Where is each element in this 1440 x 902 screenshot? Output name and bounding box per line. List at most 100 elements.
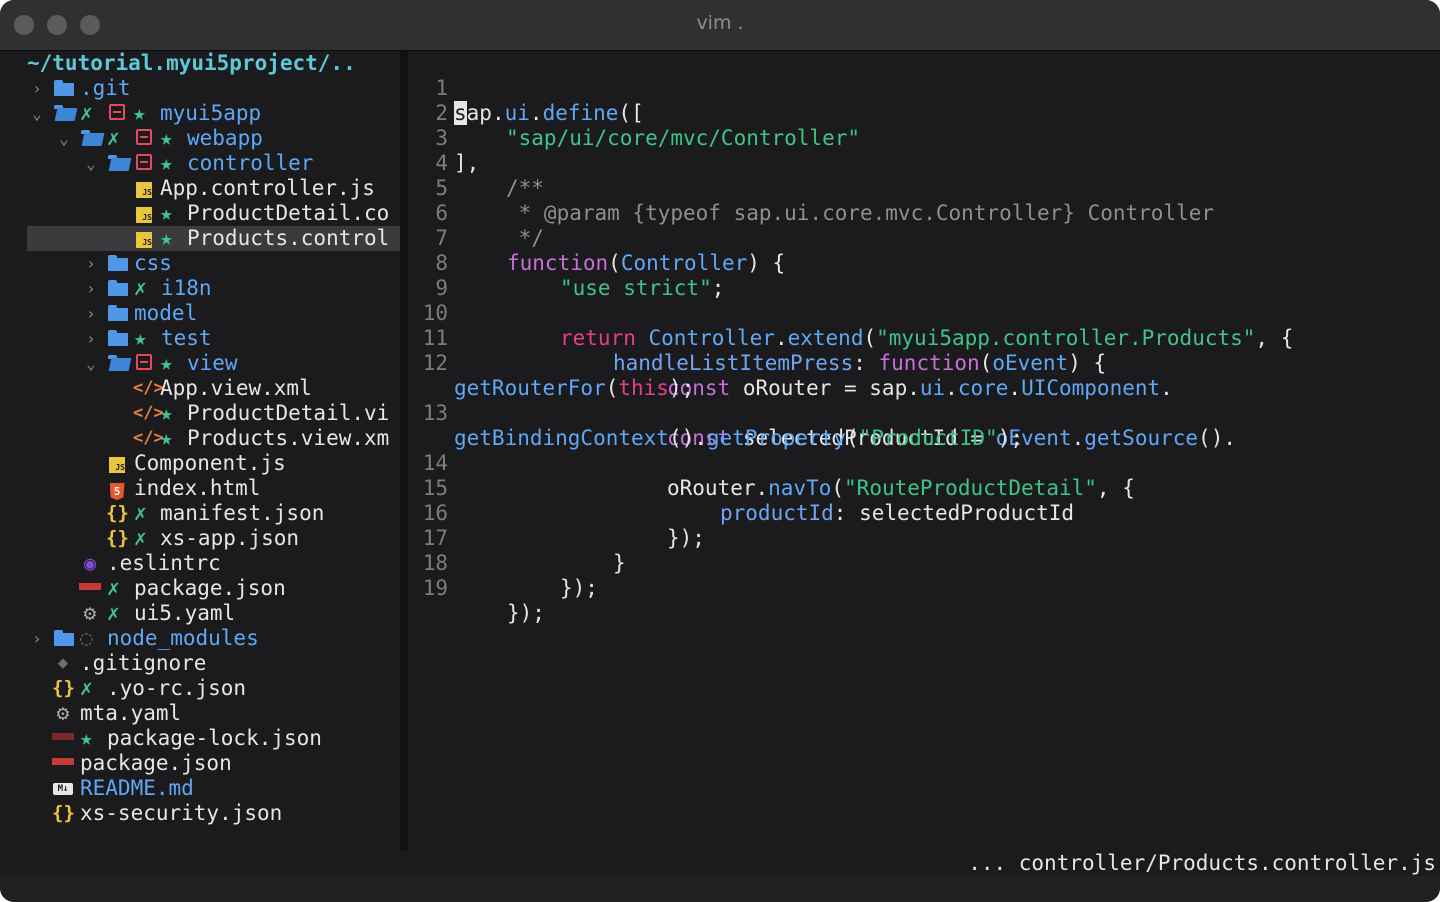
git-added-icon: ★ bbox=[134, 326, 147, 350]
tree-item-label: Products.view.xm bbox=[187, 426, 390, 450]
code-line[interactable]: 1 sap.ui.define([ bbox=[408, 51, 1440, 125]
code-line[interactable]: 3 ], bbox=[408, 101, 1440, 175]
tree-item-index-html[interactable]: 5 index.html bbox=[0, 476, 400, 501]
tree-item-productdetail-controller-js[interactable]: JS ★ ProductDetail.co bbox=[0, 201, 400, 226]
chevron-right-icon[interactable]: › bbox=[29, 76, 45, 101]
code-line[interactable]: 8 "use strict"; bbox=[408, 226, 1440, 300]
chevron-right-icon[interactable]: › bbox=[83, 326, 99, 351]
npm-icon bbox=[52, 751, 74, 776]
folder-open-icon bbox=[53, 101, 75, 126]
chevron-down-icon[interactable]: ⌄ bbox=[83, 351, 99, 376]
code-line[interactable]: 15 productId: selectedProductId bbox=[408, 451, 1440, 525]
tree-item-xs-app-json[interactable]: {} ✗ xs-app.json bbox=[0, 526, 400, 551]
tree-item-i18n-folder[interactable]: › ✗ i18n bbox=[0, 276, 400, 301]
tree-item-app-controller-js[interactable]: JS App.controller.js bbox=[0, 176, 400, 201]
code-line[interactable]: 4 /** bbox=[408, 126, 1440, 200]
tree-item-label: .gitignore bbox=[80, 651, 207, 675]
git-untracked-icon: ✗ bbox=[80, 101, 93, 125]
git-icon: ◆ bbox=[57, 653, 69, 673]
code-line[interactable]: 17 } bbox=[408, 501, 1440, 575]
tree-item-git-folder[interactable]: › .git bbox=[0, 76, 400, 101]
tree-item-root-package-json[interactable]: package.json bbox=[0, 751, 400, 776]
code-text[interactable]: }); bbox=[560, 576, 598, 601]
code-text[interactable]: }); bbox=[507, 601, 545, 626]
git-added-icon: ★ bbox=[160, 226, 173, 250]
code-line[interactable]: 18 }); bbox=[408, 526, 1440, 600]
code-line[interactable]: 9 bbox=[408, 251, 1440, 300]
npm-icon bbox=[52, 726, 74, 751]
tree-item-label: Component.js bbox=[134, 451, 286, 475]
code-line[interactable]: 14 oRouter.navTo("RouteProductDetail", { bbox=[408, 426, 1440, 500]
tree-item-yo-rc-json[interactable]: {} ✗ .yo-rc.json bbox=[0, 676, 400, 701]
tree-item-manifest-json[interactable]: {} ✗ manifest.json bbox=[0, 501, 400, 526]
git-added-icon: ★ bbox=[160, 351, 173, 375]
code-line[interactable]: 19 }); bbox=[408, 551, 1440, 625]
code-editor[interactable]: 1 sap.ui.define([ 2 "sap/ui/core/mvc/Con… bbox=[408, 51, 1440, 851]
tree-item-eslintrc[interactable]: ◉ .eslintrc bbox=[0, 551, 400, 576]
tree-item-view-folder[interactable]: ⌄ ★ view bbox=[0, 351, 400, 376]
tree-item-label: model bbox=[134, 301, 198, 325]
chevron-down-icon[interactable]: ⌄ bbox=[29, 101, 45, 126]
tree-item-css-folder[interactable]: › css bbox=[0, 251, 400, 276]
gear-icon: ⚙ bbox=[56, 701, 70, 725]
code-line[interactable]: 7 function(Controller) { bbox=[408, 201, 1440, 275]
code-line[interactable]: 16 }); bbox=[408, 476, 1440, 550]
tree-item-label: myui5app bbox=[160, 101, 262, 125]
code-line[interactable]: 10 return Controller.extend("myui5app.co… bbox=[408, 276, 1440, 350]
tree-item-mta-yaml[interactable]: ⚙ mta.yaml bbox=[0, 701, 400, 726]
tree-item-products-view-xml[interactable]: </> ★ Products.view.xm bbox=[0, 426, 400, 451]
code-line[interactable]: 11 handleListItemPress: function(oEvent)… bbox=[408, 301, 1440, 375]
js-file-icon: JS bbox=[106, 451, 128, 476]
tree-item-package-lock-json[interactable]: ★ package-lock.json bbox=[0, 726, 400, 751]
tree-root-path[interactable]: ~/tutorial.myui5project/.. bbox=[27, 51, 400, 76]
tree-item-test-folder[interactable]: › ★ test bbox=[0, 326, 400, 351]
html-file-icon: 5 bbox=[106, 476, 128, 501]
tree-item-model-folder[interactable]: › model bbox=[0, 301, 400, 326]
folder-open-icon bbox=[107, 151, 129, 176]
tree-item-component-js[interactable]: JS Component.js bbox=[0, 451, 400, 476]
tree-item-app-view-xml[interactable]: </> App.view.xml bbox=[0, 376, 400, 401]
code-line-wrap[interactable]: getRouterFor(this); bbox=[408, 351, 1440, 400]
file-tree-panel[interactable]: ~/tutorial.myui5project/.. › .git ⌄ ✗ ★ … bbox=[0, 51, 400, 851]
folder-icon bbox=[107, 251, 129, 276]
tree-item-package-json[interactable]: ✗ package.json bbox=[0, 576, 400, 601]
git-added-icon: ★ bbox=[160, 201, 173, 225]
code-line[interactable]: 5 * @param {typeof sap.ui.core.mvc.Contr… bbox=[408, 151, 1440, 225]
folder-open-icon bbox=[80, 126, 102, 151]
tree-item-label: webapp bbox=[187, 126, 263, 150]
line-number: 19 bbox=[422, 576, 448, 600]
chevron-right-icon[interactable]: › bbox=[83, 251, 99, 276]
tree-item-products-controller-js-selected[interactable]: JS ★ Products.control bbox=[27, 226, 400, 251]
tree-item-readme-md[interactable]: M↓ README.md bbox=[0, 776, 400, 801]
code-line[interactable]: 2 "sap/ui/core/mvc/Controller" bbox=[408, 76, 1440, 150]
tree-item-controller-folder[interactable]: ⌄ ★ controller bbox=[0, 151, 400, 176]
code-line[interactable]: 12 const oRouter = sap.ui.core.UICompone… bbox=[408, 326, 1440, 400]
command-line[interactable] bbox=[0, 876, 1440, 902]
tree-item-ui5-yaml[interactable]: ⚙ ✗ ui5.yaml bbox=[0, 601, 400, 626]
chevron-down-icon[interactable]: ⌄ bbox=[56, 126, 72, 151]
git-added-icon: ★ bbox=[160, 426, 173, 450]
chevron-right-icon[interactable]: › bbox=[83, 301, 99, 326]
code-line-wrap[interactable]: getBindingContext().getProperty("Product… bbox=[408, 401, 1440, 450]
tree-item-gitignore[interactable]: ◆ .gitignore bbox=[0, 651, 400, 676]
markdown-icon: M↓ bbox=[52, 776, 74, 801]
js-file-icon: JS bbox=[133, 176, 155, 201]
tree-item-myui5app-folder[interactable]: ⌄ ✗ ★ myui5app bbox=[0, 101, 400, 126]
npm-icon bbox=[79, 576, 101, 601]
js-file-icon: JS bbox=[133, 226, 155, 251]
code-line[interactable]: 6 */ bbox=[408, 176, 1440, 250]
tree-item-node-modules-folder[interactable]: › ◌ node_modules bbox=[0, 626, 400, 651]
git-untracked-icon: ✗ bbox=[80, 676, 93, 700]
tree-item-label: package.json bbox=[134, 576, 286, 600]
tree-item-productdetail-view-xml[interactable]: </> ★ ProductDetail.vi bbox=[0, 401, 400, 426]
chevron-right-icon[interactable]: › bbox=[83, 276, 99, 301]
eslint-icon: ◉ bbox=[83, 551, 97, 575]
tree-item-label: ProductDetail.vi bbox=[187, 401, 390, 425]
window-split-divider[interactable] bbox=[400, 51, 408, 851]
code-line[interactable]: 13 const selectedProductId = oEvent.getS… bbox=[408, 376, 1440, 450]
chevron-right-icon[interactable]: › bbox=[29, 626, 45, 651]
chevron-down-icon[interactable]: ⌄ bbox=[83, 151, 99, 176]
tree-item-webapp-folder[interactable]: ⌄ ✗ ★ webapp bbox=[0, 126, 400, 151]
tree-item-xs-security-json[interactable]: {} xs-security.json bbox=[0, 801, 400, 826]
json-file-icon: {} bbox=[52, 802, 75, 824]
